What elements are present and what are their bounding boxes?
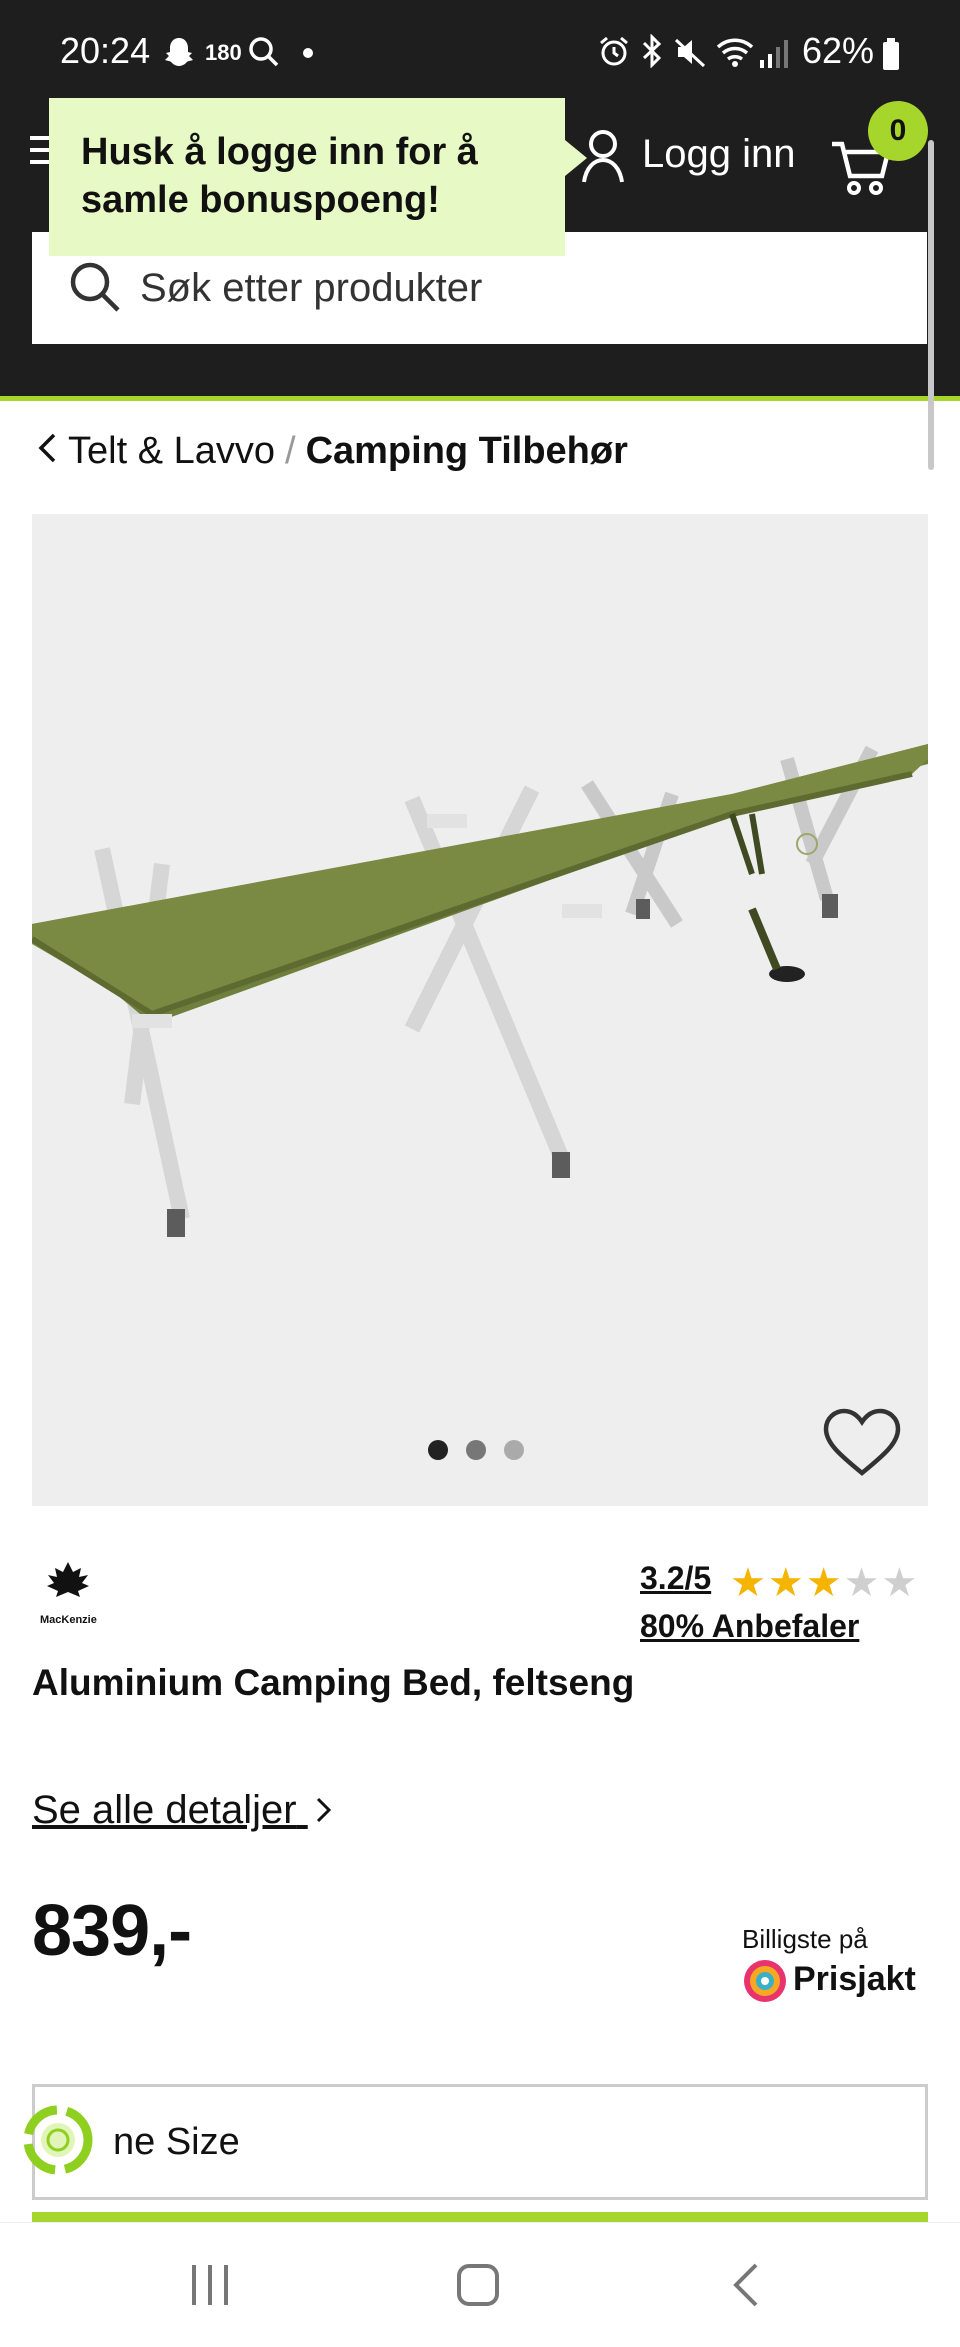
chevron-right-icon xyxy=(314,1790,332,1835)
header-accent-line xyxy=(0,396,960,401)
recommend-percent[interactable]: 80% Anbefaler xyxy=(640,1608,859,1645)
add-to-cart-bar[interactable] xyxy=(32,2212,928,2222)
details-link-label: Se alle detaljer xyxy=(32,1788,297,1832)
product-title: Aluminium Camping Bed, feltseng xyxy=(32,1662,635,1703)
login-button[interactable]: Logg inn xyxy=(580,124,800,194)
star-icon: ★ xyxy=(843,1561,882,1605)
snapchat-icon xyxy=(162,36,196,73)
breadcrumb-parent[interactable]: Telt & Lavvo xyxy=(68,430,275,472)
bluetooth-icon xyxy=(640,33,664,73)
details-link[interactable]: Se alle detaljer xyxy=(32,1788,332,1835)
product-image[interactable] xyxy=(32,514,928,1506)
tooltip-text: Husk å logge inn for å samle bonuspoeng! xyxy=(81,131,478,221)
star-icon: ★ xyxy=(730,1561,768,1605)
floating-widget-icon[interactable] xyxy=(20,2102,96,2183)
chevron-left-icon[interactable] xyxy=(36,431,58,475)
mute-icon xyxy=(674,36,706,73)
breadcrumb-separator: / xyxy=(285,430,296,472)
notification-count: 180 xyxy=(205,40,242,65)
search-input[interactable]: Søk etter produkter xyxy=(140,266,482,311)
search-icon xyxy=(68,260,122,319)
favorite-heart-icon[interactable] xyxy=(822,1407,902,1484)
search-status-icon xyxy=(248,36,280,73)
battery-icon xyxy=(882,38,900,75)
wifi-icon xyxy=(716,36,754,73)
prisjakt-label: Billigste på xyxy=(742,1924,868,1954)
android-nav-bar xyxy=(0,2222,960,2347)
breadcrumb: Telt & Lavvo / Camping Tilbehør xyxy=(36,430,628,475)
login-reminder-tooltip: Husk å logge inn for å samle bonuspoeng! xyxy=(49,98,565,256)
battery-percent: 62% xyxy=(802,30,875,71)
pager-dot-1[interactable] xyxy=(428,1440,448,1460)
pager-dot-2[interactable] xyxy=(466,1440,486,1460)
home-icon[interactable] xyxy=(456,2263,500,2312)
brand-name: MacKenzie xyxy=(40,1614,97,1626)
size-value: ne Size xyxy=(113,2121,240,2163)
star-icon: ★ xyxy=(805,1561,844,1605)
alarm-icon xyxy=(598,36,630,73)
prisjakt-logo-icon xyxy=(742,1958,788,2009)
breadcrumb-current[interactable]: Camping Tilbehør xyxy=(306,430,628,472)
tooltip-arrow xyxy=(565,140,587,176)
star-icon: ★ xyxy=(881,1561,920,1605)
page-scrollbar[interactable] xyxy=(928,140,934,470)
pager-dot-3[interactable] xyxy=(504,1440,524,1460)
rating-score[interactable]: 3.2/5 xyxy=(640,1560,711,1597)
back-icon[interactable] xyxy=(730,2263,766,2312)
camping-bed-illustration xyxy=(32,744,928,1237)
dot-icon xyxy=(303,48,313,58)
cart-count-badge: 0 xyxy=(868,101,928,161)
status-bar: 20:24 180 62% xyxy=(0,0,960,84)
image-pager xyxy=(428,1440,542,1465)
brand-logo[interactable]: MacKenzie xyxy=(38,1560,98,1626)
login-label: Logg inn xyxy=(642,132,796,176)
recent-apps-icon[interactable] xyxy=(188,2263,232,2312)
signal-icon xyxy=(758,38,790,73)
prisjakt-brand: Prisjakt xyxy=(793,1960,916,1998)
size-selector[interactable]: ne Size xyxy=(32,2084,928,2200)
rating-stars: ★★★★★ xyxy=(730,1560,919,1606)
status-time: 20:24 xyxy=(60,30,151,71)
star-icon: ★ xyxy=(767,1561,806,1605)
product-price: 839,- xyxy=(32,1891,192,1971)
